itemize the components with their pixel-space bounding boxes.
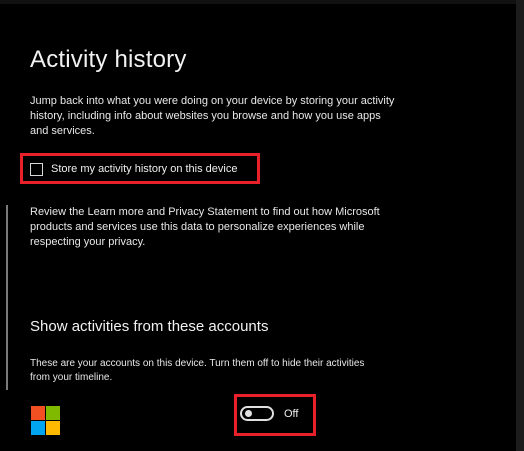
store-activity-history-checkbox[interactable]: Store my activity history on this device [30,161,237,177]
accounts-section-heading: Show activities from these accounts [30,318,269,335]
store-activity-history-label[interactable]: Store my activity history on this device [51,163,237,175]
page-title: Activity history [30,46,187,73]
window-top-edge [0,0,524,4]
privacy-statement-text: Review the Learn more and Privacy Statem… [30,206,380,248]
toggle-knob [245,410,252,417]
window-right-edge [516,0,524,451]
toggle-state-label: Off [284,407,299,420]
microsoft-logo-icon [31,406,60,435]
accounts-section-description: These are your accounts on this device. … [30,358,365,383]
logo-green-square [46,406,60,420]
account-activity-toggle[interactable]: Off [240,406,298,421]
activity-history-description: Jump back into what you were doing on yo… [30,95,395,137]
toggle-switch[interactable] [240,406,274,421]
logo-blue-square [31,421,45,435]
logo-red-square [31,406,45,420]
scrollbar[interactable] [6,205,8,390]
settings-window: Activity history Jump back into what you… [0,0,524,451]
checkbox-icon[interactable] [30,162,43,176]
logo-yellow-square [46,421,60,435]
